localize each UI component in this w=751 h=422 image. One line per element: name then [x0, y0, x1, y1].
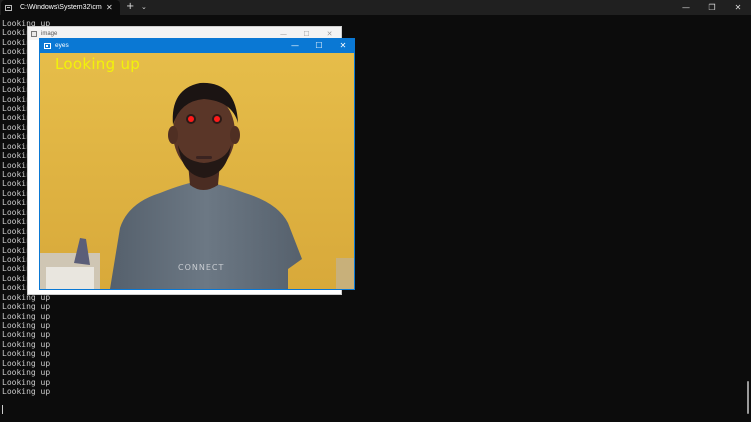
eyes-window[interactable]: eyes — ☐ ✕ CONNECT Looking up — [39, 38, 355, 290]
scrollbar-thumb[interactable] — [747, 381, 749, 414]
right-edge-object — [336, 258, 354, 289]
console-line: Looking up — [2, 377, 51, 387]
terminal-window-controls: — ❐ ✕ — [673, 0, 751, 15]
maximize-button[interactable]: ☐ — [307, 38, 331, 53]
console-line: Looking up — [2, 387, 51, 397]
text-cursor — [2, 405, 3, 414]
eyes-window-titlebar[interactable]: eyes — ☐ ✕ — [39, 38, 355, 53]
shirt-print: CONNECT — [178, 263, 224, 272]
right-ear — [230, 126, 240, 144]
close-button[interactable]: ✕ — [331, 38, 355, 53]
eyes-window-controls: — ☐ ✕ — [283, 38, 355, 53]
eyes-window-title: eyes — [55, 42, 69, 49]
window-app-icon — [44, 42, 51, 49]
window-app-icon — [31, 30, 37, 37]
terminal-tab-bar: C:\Windows\System32\cmd.e ✕ + ⌄ — ❐ ✕ — [0, 0, 751, 15]
close-tab-icon[interactable]: ✕ — [106, 3, 113, 12]
restore-button[interactable]: ❐ — [699, 0, 725, 15]
left-ear — [168, 126, 178, 144]
console-line: Looking up — [2, 349, 51, 359]
left-eye-marker — [188, 116, 194, 122]
console-line: Looking up — [2, 311, 51, 321]
tab-title: C:\Windows\System32\cmd.e — [20, 4, 102, 11]
console-line: Looking up — [2, 321, 51, 330]
chevron-down-icon[interactable]: ⌄ — [141, 3, 147, 11]
right-eye-marker — [214, 116, 220, 122]
minimize-button[interactable]: — — [283, 38, 307, 53]
close-button[interactable]: ✕ — [725, 0, 751, 15]
console-line: Looking up — [2, 339, 51, 349]
console-line: Looking up — [2, 302, 51, 312]
console-line: Looking up — [2, 330, 51, 340]
webcam-image: CONNECT — [40, 53, 354, 289]
minimize-button[interactable]: — — [673, 0, 699, 15]
white-box — [46, 267, 94, 289]
new-tab-button[interactable]: + — [126, 2, 134, 12]
console-line: Looking up — [2, 368, 51, 378]
tab-cmd[interactable]: C:\Windows\System32\cmd.e ✕ — [1, 0, 120, 15]
scrollbar-track[interactable] — [747, 16, 750, 420]
terminal-icon — [5, 4, 12, 11]
webcam-frame: CONNECT Looking up — [40, 53, 354, 289]
console-line: Looking up — [2, 358, 51, 368]
gaze-status-overlay: Looking up — [55, 55, 141, 73]
mouth — [196, 156, 212, 159]
image-window-title: image — [41, 30, 58, 37]
